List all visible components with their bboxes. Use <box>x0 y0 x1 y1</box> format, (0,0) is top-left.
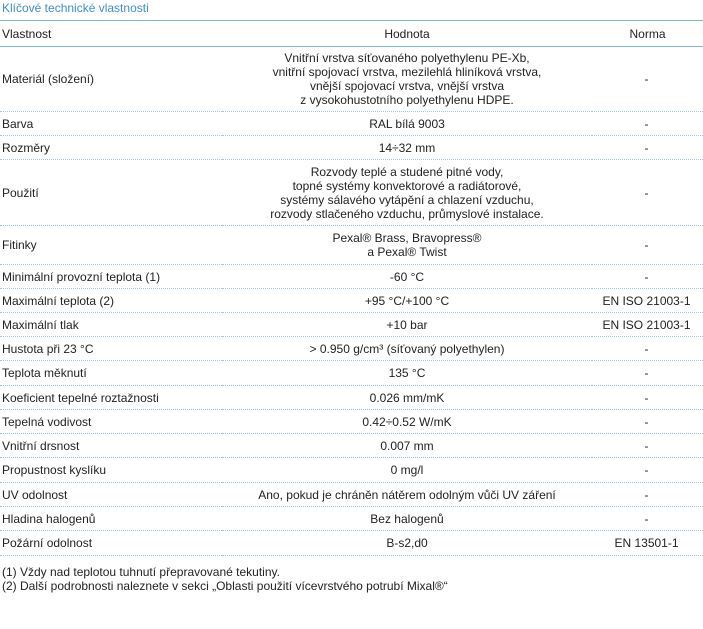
table-row: Použití Rozvody teplé a studené pitné vod… <box>0 159 703 226</box>
row-value: Pexal® Brass, Bravopress® a Pexal® Twist <box>222 225 592 265</box>
row-property: Tepelná vodivost <box>0 409 222 434</box>
row-value: +95 °C/+100 °C <box>222 288 592 313</box>
table-row: Tepelná vodivost 0.42÷0.52 W/mK - <box>0 409 703 434</box>
row-norm: - <box>592 385 703 410</box>
table-row: Rozměry 14÷32 mm - <box>0 135 703 160</box>
section-title: Klíčové technické vlastnosti <box>2 1 149 15</box>
row-property: Vnitřní drsnost <box>0 433 222 458</box>
row-norm: - <box>592 360 703 386</box>
row-property: Rozměry <box>0 135 222 160</box>
row-property: UV odolnost <box>0 482 222 507</box>
row-value: > 0.950 g/cm³ (síťovaný polyethylen) <box>222 336 592 361</box>
row-norm: EN ISO 21003-1 <box>592 312 703 337</box>
row-value: 135 °C <box>222 360 592 386</box>
row-property: Propustnost kyslíku <box>0 457 222 483</box>
table-row: Vnitřní drsnost 0.007 mm - <box>0 433 703 458</box>
table-row: UV odolnost Ano, pokud je chráněn nátěrem… <box>0 482 703 507</box>
row-property: Hladina halogenů <box>0 506 222 531</box>
row-property: Použití <box>0 159 222 226</box>
row-property: Požární odolnost <box>0 530 222 556</box>
table-row: Hustota při 23 °C > 0.950 g/cm³ (síťovaný… <box>0 336 703 361</box>
table-header-row: Vlastnost Hodnota Norma <box>0 20 703 47</box>
row-value: +10 bar <box>222 312 592 337</box>
row-norm: - <box>592 46 703 112</box>
row-property: Maximální teplota (2) <box>0 288 222 313</box>
properties-table: Vlastnost Hodnota Norma Materiál (složen… <box>0 20 703 556</box>
row-norm: - <box>592 135 703 160</box>
row-norm: - <box>592 409 703 434</box>
row-norm: - <box>592 225 703 265</box>
table-row: Hladina halogenů Bez halogenů - <box>0 506 703 531</box>
table-body: Materiál (složení) Vnitřní vrstva síťovan… <box>0 46 703 556</box>
row-value: Rozvody teplé a studené pitné vody, topné… <box>222 159 592 226</box>
row-value: Vnitřní vrstva síťovaného polyethylenu P… <box>222 46 592 112</box>
row-value: Ano, pokud je chráněn nátěrem odolným vů… <box>222 482 592 507</box>
row-property: Maximální tlak <box>0 312 222 337</box>
row-property: Materiál (složení) <box>0 46 222 112</box>
row-property: Minimální provozní teplota (1) <box>0 264 222 289</box>
row-value: 0.007 mm <box>222 433 592 458</box>
row-norm: - <box>592 433 703 458</box>
row-norm: - <box>592 457 703 483</box>
row-property: Teplota měknutí <box>0 360 222 386</box>
footnote-1: (1) Vždy nad teplotou tuhnutí přepravova… <box>2 565 280 579</box>
row-value: Bez halogenů <box>222 506 592 531</box>
table-row: Propustnost kyslíku 0 mg/l - <box>0 457 703 483</box>
table-row: Maximální tlak +10 bar EN ISO 21003-1 <box>0 312 703 337</box>
properties-section: Klíčové technické vlastnosti Vlastnost H… <box>0 0 703 593</box>
row-norm: EN 13501-1 <box>592 530 703 556</box>
row-norm: EN ISO 21003-1 <box>592 288 703 313</box>
row-value: 14÷32 mm <box>222 135 592 160</box>
row-norm: - <box>592 336 703 361</box>
row-value: B-s2,d0 <box>222 530 592 556</box>
row-norm: - <box>592 506 703 531</box>
footnotes: (1) Vždy nad teplotou tuhnutí přepravova… <box>0 565 703 593</box>
header-norm: Norma <box>592 20 703 47</box>
row-value: 0.026 mm/mK <box>222 385 592 410</box>
row-property: Hustota při 23 °C <box>0 336 222 361</box>
row-value: 0 mg/l <box>222 457 592 483</box>
row-value: 0.42÷0.52 W/mK <box>222 409 592 434</box>
row-value: RAL bílá 9003 <box>222 111 592 136</box>
row-norm: - <box>592 264 703 289</box>
row-property: Barva <box>0 111 222 136</box>
table-row: Maximální teplota (2) +95 °C/+100 °C EN IS… <box>0 288 703 313</box>
table-row: Minimální provozní teplota (1) -60 °C - <box>0 264 703 289</box>
row-norm: - <box>592 482 703 507</box>
table-row: Materiál (složení) Vnitřní vrstva síťovan… <box>0 46 703 112</box>
row-norm: - <box>592 111 703 136</box>
table-row: Koeficient tepelné roztažnosti 0.026 mm/m… <box>0 385 703 410</box>
footnote-2: (2) Další podrobnosti naleznete v sekci … <box>2 579 448 593</box>
row-property: Fitinky <box>0 225 222 265</box>
table-row: Teplota měknutí 135 °C - <box>0 360 703 386</box>
row-value: -60 °C <box>222 264 592 289</box>
table-row: Barva RAL bílá 9003- <box>0 111 703 136</box>
row-norm: - <box>592 159 703 226</box>
header-value: Hodnota <box>222 20 592 47</box>
row-property: Koeficient tepelné roztažnosti <box>0 385 222 410</box>
table-row: Fitinky Pexal® Brass, Bravopress® a Pexal®… <box>0 225 703 265</box>
table-row: Požární odolnost B-s2,d0 EN 13501-1 <box>0 530 703 556</box>
header-property: Vlastnost <box>0 20 222 47</box>
